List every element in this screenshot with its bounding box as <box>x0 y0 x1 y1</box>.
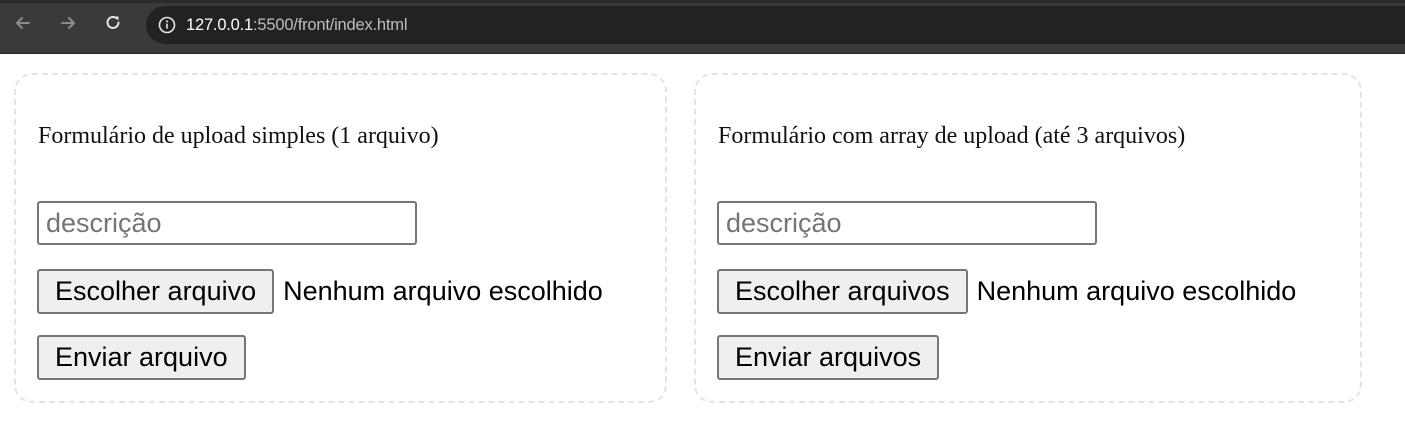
info-icon[interactable] <box>158 16 176 34</box>
send-files-button[interactable]: Enviar arquivos <box>717 335 940 380</box>
address-bar[interactable]: 127.0.0.1:5500/front/index.html <box>146 6 1405 44</box>
reload-button[interactable] <box>98 8 128 38</box>
multi-description-input[interactable] <box>717 201 1097 245</box>
send-file-button[interactable]: Enviar arquivo <box>37 335 246 380</box>
url-host: 127.0.0.1 <box>186 15 254 34</box>
back-button[interactable] <box>8 8 38 38</box>
single-file-picker: Escolher arquivo Nenhum arquivo escolhid… <box>37 268 603 314</box>
arrow-left-icon <box>16 17 30 29</box>
multi-file-status: Nenhum arquivo escolhido <box>976 275 1297 306</box>
url-path: :5500/front/index.html <box>253 15 408 34</box>
choose-file-button[interactable]: Escolher arquivo <box>37 268 275 314</box>
single-file-status: Nenhum arquivo escolhido <box>283 275 603 306</box>
forward-button[interactable] <box>53 8 83 38</box>
url-text[interactable]: 127.0.0.1:5500/front/index.html <box>186 16 407 35</box>
multi-submit-row: Enviar arquivos <box>717 335 940 380</box>
single-description-input[interactable] <box>37 201 417 245</box>
multi-file-picker: Escolher arquivos Nenhum arquivo escolhi… <box>717 268 1296 314</box>
browser-toolbar: 127.0.0.1:5500/front/index.html <box>0 0 1405 54</box>
multi-form-title: Formulário com array de upload (até 3 ar… <box>718 123 1186 149</box>
single-upload-form: Formulário de upload simples (1 arquivo)… <box>14 73 667 403</box>
reload-icon <box>106 15 120 29</box>
multi-upload-form: Formulário com array de upload (até 3 ar… <box>694 73 1362 403</box>
single-submit-row: Enviar arquivo <box>37 335 246 380</box>
choose-files-button[interactable]: Escolher arquivos <box>717 268 968 314</box>
single-form-title: Formulário de upload simples (1 arquivo) <box>38 123 439 149</box>
arrow-right-icon <box>61 17 75 29</box>
toolbar-top-edge <box>0 0 1405 3</box>
